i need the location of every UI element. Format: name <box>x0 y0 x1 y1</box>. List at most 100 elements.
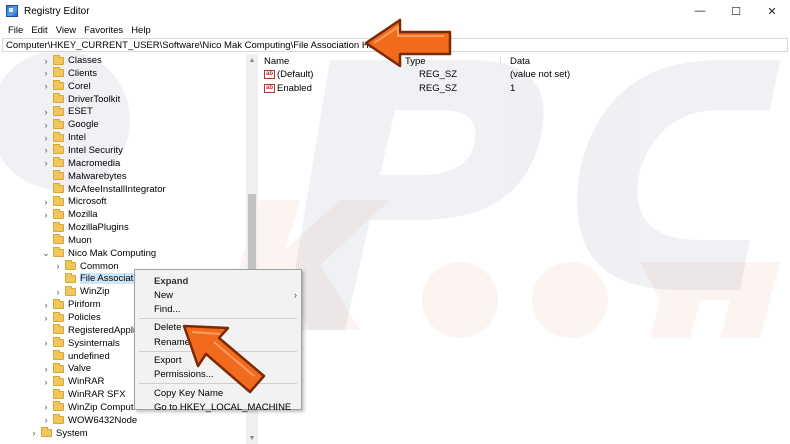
context-menu-item[interactable]: Rename <box>135 335 301 349</box>
expand-icon[interactable]: › <box>42 120 50 130</box>
scroll-up-icon[interactable]: ▲ <box>246 54 258 66</box>
expand-icon[interactable]: › <box>42 158 50 168</box>
expand-icon[interactable]: › <box>42 338 50 348</box>
tree-item[interactable]: WinRAR SFX <box>42 388 126 401</box>
tree-item[interactable]: undefined <box>42 350 110 363</box>
expand-icon[interactable]: › <box>30 428 38 438</box>
folder-icon <box>53 80 64 91</box>
tree-item[interactable]: › Google <box>42 118 99 131</box>
tree-item[interactable]: › System <box>30 427 88 440</box>
scroll-thumb[interactable] <box>248 194 256 274</box>
tree-item[interactable]: MozillaPlugins <box>42 221 129 234</box>
tree-item[interactable]: › Corel <box>42 80 91 93</box>
menu-file[interactable]: File <box>4 25 27 36</box>
tree-item[interactable]: ⌄ Nico Mak Computing <box>42 247 156 260</box>
expand-icon[interactable]: › <box>42 133 50 143</box>
tree-item[interactable]: › ESET <box>42 105 93 118</box>
context-menu-item[interactable]: Expand <box>135 274 301 288</box>
tree-item[interactable]: › Common <box>54 260 119 273</box>
expand-icon[interactable]: › <box>42 377 50 387</box>
expand-icon[interactable]: › <box>42 56 50 66</box>
expand-icon[interactable]: › <box>42 364 50 374</box>
expand-icon[interactable]: › <box>42 402 50 412</box>
close-button[interactable]: ✕ <box>754 0 790 22</box>
expand-icon[interactable]: › <box>42 107 50 117</box>
column-divider[interactable] <box>500 56 501 66</box>
column-type[interactable]: Type <box>405 54 426 68</box>
context-menu-label: Find... <box>154 304 181 316</box>
folder-icon <box>53 298 64 309</box>
menu-help[interactable]: Help <box>127 25 155 36</box>
tree-item[interactable]: Muon <box>42 234 92 247</box>
folder-icon <box>53 221 64 232</box>
tree-item-label: Piriform <box>68 299 101 311</box>
tree-item[interactable]: › Policies <box>42 311 101 324</box>
expand-icon[interactable]: › <box>54 261 62 271</box>
tree-item[interactable]: DriverToolkit <box>42 93 120 106</box>
expand-icon[interactable]: › <box>42 313 50 323</box>
context-menu-item[interactable]: Delete <box>135 321 301 335</box>
tree-item[interactable]: RegisteredApplica <box>42 324 145 337</box>
context-menu-item[interactable]: Copy Key Name <box>135 386 301 400</box>
expand-icon[interactable]: › <box>42 145 50 155</box>
tree-item[interactable]: › Classes <box>42 54 102 67</box>
expand-icon[interactable]: › <box>42 415 50 425</box>
tree-item[interactable]: › Macromedia <box>42 157 120 170</box>
tree-item[interactable]: › Mozilla <box>42 208 98 221</box>
tree-item[interactable]: › Sysinternals <box>42 337 120 350</box>
context-menu-item[interactable]: Go to HKEY_LOCAL_MACHINE <box>135 400 301 414</box>
scroll-down-icon[interactable]: ▼ <box>246 432 258 444</box>
tree-item[interactable]: McAfeeInstallIntegrator <box>42 183 166 196</box>
value-row[interactable]: ab Enabled REG_SZ 1 <box>260 81 780 95</box>
tree-item[interactable]: › Valve <box>42 362 91 375</box>
column-divider[interactable] <box>395 56 396 66</box>
folder-icon <box>65 260 76 271</box>
expand-icon[interactable]: › <box>42 81 50 91</box>
column-data[interactable]: Data <box>510 54 530 68</box>
menu-edit[interactable]: Edit <box>27 25 51 36</box>
tree-item[interactable]: › WinRAR <box>42 375 104 388</box>
tree-item[interactable]: › Microsoft <box>42 195 107 208</box>
tree-item[interactable]: › Piriform <box>42 298 101 311</box>
tree-item[interactable]: › Clients <box>42 67 97 80</box>
expand-icon[interactable]: › <box>42 210 50 220</box>
tree-item[interactable]: Malwarebytes <box>42 170 127 183</box>
tree-item-label: WinZip Computir <box>68 401 139 413</box>
expand-icon[interactable]: › <box>42 300 50 310</box>
context-menu-item[interactable]: Export <box>135 354 301 368</box>
tree-item[interactable]: › Intel <box>42 131 86 144</box>
expand-icon[interactable]: › <box>42 68 50 78</box>
tree-item-label: System <box>56 427 88 439</box>
value-row[interactable]: ab (Default) REG_SZ (value not set) <box>260 67 780 81</box>
title-bar[interactable]: Registry Editor — ☐ ✕ <box>0 0 790 22</box>
context-menu-item[interactable]: Permissions... <box>135 368 301 382</box>
window-controls: — ☐ ✕ <box>682 0 790 22</box>
tree-item[interactable]: › WinZip <box>54 285 110 298</box>
tree-item-label: DriverToolkit <box>68 93 121 105</box>
minimize-button[interactable]: — <box>682 0 718 22</box>
context-menu-item[interactable]: Find... <box>135 303 301 317</box>
menu-separator <box>139 317 297 319</box>
menu-view[interactable]: View <box>52 25 80 36</box>
folder-icon <box>53 311 64 322</box>
tree-item-label: Classes <box>68 55 102 66</box>
column-name[interactable]: Name <box>264 54 289 68</box>
collapse-icon[interactable]: ⌄ <box>42 248 50 258</box>
tree-item-label: WinZip <box>80 286 110 298</box>
context-menu-item[interactable]: New › <box>135 288 301 302</box>
address-bar[interactable]: Computer\HKEY_CURRENT_USER\Software\Nico… <box>2 38 788 52</box>
menu-bar: File Edit View Favorites Help <box>0 22 790 38</box>
tree-item[interactable]: › WOW6432Node <box>42 414 137 427</box>
tree-item[interactable]: › Intel Security <box>42 144 123 157</box>
expand-icon[interactable]: › <box>42 197 50 207</box>
tree-item[interactable]: › WinZip Computir <box>42 401 139 414</box>
menu-favorites[interactable]: Favorites <box>80 25 127 36</box>
tree-item[interactable]: File Associatio <box>54 272 141 285</box>
expand-icon <box>54 274 62 284</box>
tree-item-label: WOW6432Node <box>68 414 138 426</box>
string-value-icon: ab <box>264 69 275 79</box>
folder-icon <box>53 170 64 181</box>
expand-icon[interactable]: › <box>54 287 62 297</box>
maximize-button[interactable]: ☐ <box>718 0 754 22</box>
context-menu-label: Copy Key Name <box>154 387 224 399</box>
